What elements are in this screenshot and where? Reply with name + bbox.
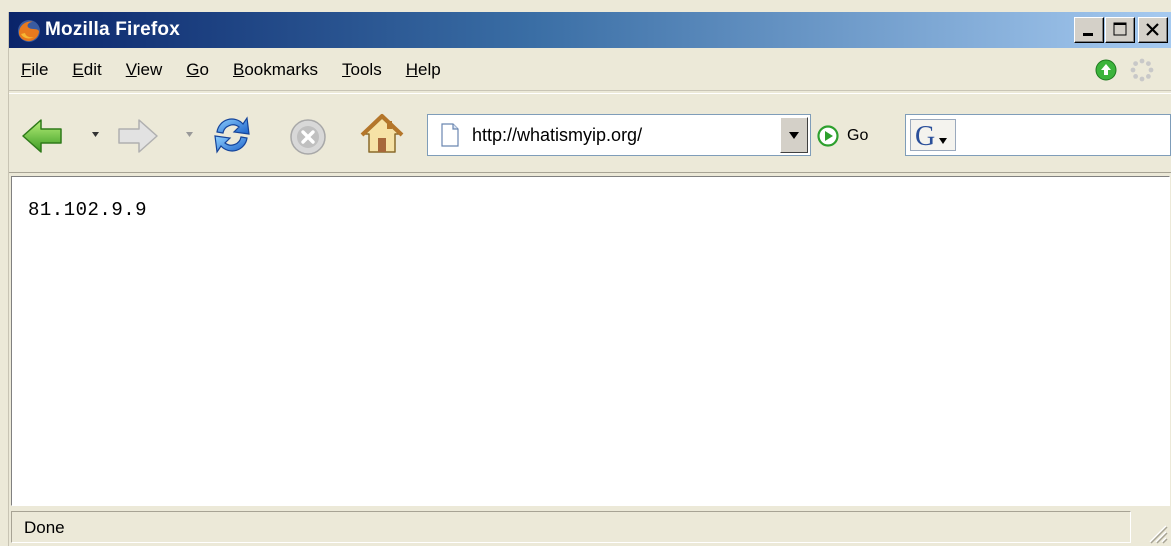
forward-arrow-icon[interactable] [115, 116, 159, 156]
throbber-icon [1130, 58, 1154, 82]
back-arrow-icon[interactable] [21, 116, 65, 156]
go-icon [817, 125, 839, 147]
forward-dropdown-icon[interactable] [185, 131, 195, 139]
page-icon [441, 123, 459, 147]
search-engine-button[interactable]: G [910, 119, 956, 152]
menu-bookmarks[interactable]: Bookmarks [221, 49, 330, 91]
go-label: Go [847, 127, 869, 144]
resize-grip-icon[interactable] [1142, 518, 1168, 544]
page-content: 81.102.9.9 [11, 176, 1170, 506]
search-input[interactable] [962, 121, 1162, 149]
browser-window: Mozilla Firefox File Edit View Go Bookma… [8, 12, 1171, 546]
home-icon[interactable] [359, 112, 405, 158]
menu-help[interactable]: Help [394, 49, 453, 91]
minimize-button[interactable] [1074, 17, 1104, 43]
chevron-down-icon [789, 132, 799, 139]
svg-text:G: G [915, 121, 935, 150]
window-controls [1073, 17, 1168, 43]
window-title: Mozilla Firefox [45, 19, 180, 40]
address-bar[interactable] [427, 114, 811, 156]
close-button[interactable] [1138, 17, 1168, 43]
menu-file[interactable]: File [9, 49, 60, 91]
status-panel: Done [11, 511, 1131, 543]
menu-tools[interactable]: Tools [330, 49, 394, 91]
close-icon [1146, 23, 1159, 36]
status-text: Done [24, 518, 65, 537]
url-history-dropdown[interactable] [780, 117, 808, 153]
title-bar[interactable]: Mozilla Firefox [9, 12, 1171, 48]
update-available-icon[interactable] [1094, 58, 1118, 82]
menu-go[interactable]: Go [174, 49, 221, 91]
firefox-logo-icon [18, 20, 40, 42]
maximize-button[interactable] [1105, 17, 1135, 43]
go-button[interactable]: Go [817, 124, 868, 148]
menu-bar: File Edit View Go Bookmarks Tools Help [9, 49, 1171, 91]
ip-address-text: 81.102.9.9 [28, 199, 148, 221]
back-dropdown-icon[interactable] [91, 131, 101, 139]
google-icon: G [915, 121, 947, 152]
search-bar[interactable]: G [905, 114, 1171, 156]
maximize-icon [1113, 22, 1127, 36]
menu-edit[interactable]: Edit [60, 49, 113, 91]
navigation-toolbar: Go G [9, 93, 1171, 173]
url-input[interactable] [472, 121, 762, 149]
stop-icon[interactable] [289, 118, 327, 156]
minimize-icon [1083, 33, 1093, 36]
menu-view[interactable]: View [114, 49, 175, 91]
status-bar: Done [9, 509, 1171, 546]
reload-icon[interactable] [209, 112, 255, 158]
